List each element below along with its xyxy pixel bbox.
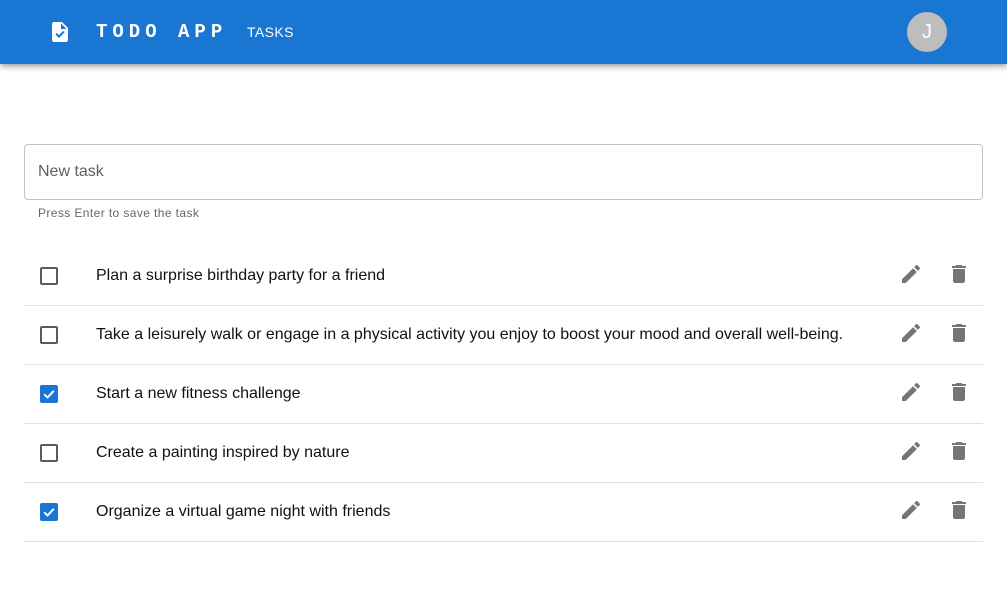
new-task-field	[24, 144, 983, 200]
trash-icon	[952, 383, 966, 401]
app-bar: TODO APP TASKS J	[0, 0, 1007, 64]
edit-task-button[interactable]	[899, 498, 923, 522]
delete-task-button[interactable]	[947, 321, 971, 345]
task-text: Plan a surprise birthday party for a fri…	[96, 267, 386, 284]
app-title: TODO APP	[96, 21, 228, 43]
task-checkbox[interactable]	[40, 326, 58, 344]
trash-icon	[952, 324, 966, 342]
trash-icon	[952, 501, 966, 519]
pencil-icon	[902, 323, 921, 342]
delete-task-button[interactable]	[947, 380, 971, 404]
delete-task-button[interactable]	[947, 262, 971, 286]
nav-tasks-button[interactable]: TASKS	[236, 15, 305, 49]
task-checkbox[interactable]	[40, 385, 58, 403]
pencil-icon	[902, 500, 921, 519]
task-item: Take a leisurely walk or engage in a phy…	[24, 306, 983, 365]
task-checkbox[interactable]	[40, 503, 58, 521]
check-icon	[43, 390, 55, 399]
edit-task-button[interactable]	[899, 262, 923, 286]
delete-task-button[interactable]	[947, 439, 971, 463]
delete-task-button[interactable]	[947, 498, 971, 522]
edit-task-button[interactable]	[899, 380, 923, 404]
user-avatar[interactable]: J	[907, 12, 947, 52]
task-list: Plan a surprise birthday party for a fri…	[24, 247, 983, 542]
task-document-icon	[48, 20, 72, 44]
task-text: Start a new fitness challenge	[96, 385, 301, 402]
pencil-icon	[902, 382, 921, 401]
task-checkbox[interactable]	[40, 267, 58, 285]
pencil-icon	[902, 264, 921, 283]
task-text: Organize a virtual game night with frien…	[96, 503, 391, 520]
task-item: Create a painting inspired by nature	[24, 424, 983, 483]
task-text: Take a leisurely walk or engage in a phy…	[96, 326, 844, 343]
task-text: Create a painting inspired by nature	[96, 444, 350, 461]
check-icon	[43, 508, 55, 517]
task-item: Start a new fitness challenge	[24, 365, 983, 424]
new-task-helper-text: Press Enter to save the task	[38, 206, 200, 220]
task-item: Organize a virtual game night with frien…	[24, 483, 983, 542]
trash-icon	[952, 442, 966, 460]
task-checkbox[interactable]	[40, 444, 58, 462]
new-task-input[interactable]	[25, 145, 981, 199]
pencil-icon	[902, 441, 921, 460]
edit-task-button[interactable]	[899, 321, 923, 345]
edit-task-button[interactable]	[899, 439, 923, 463]
trash-icon	[952, 265, 966, 283]
task-item: Plan a surprise birthday party for a fri…	[24, 247, 983, 306]
